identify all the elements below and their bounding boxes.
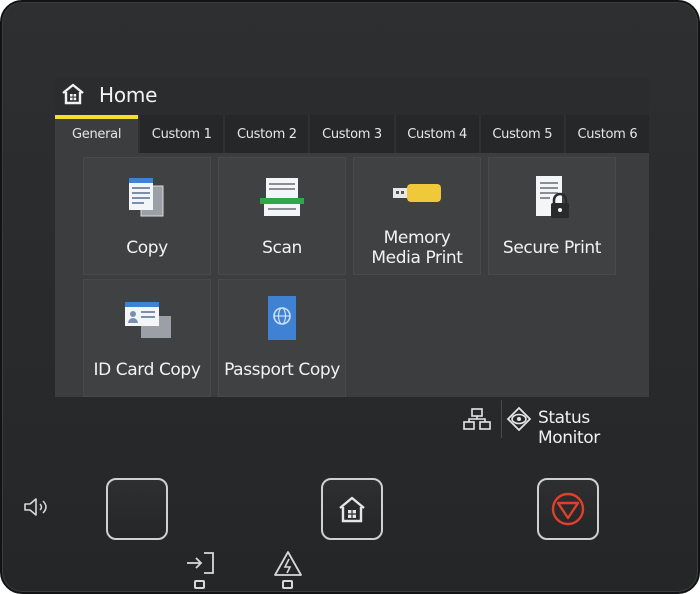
tab-custom-3[interactable]: Custom 3 [310, 115, 394, 153]
scan-icon [260, 178, 304, 216]
passport-copy-button[interactable]: Passport Copy [218, 279, 346, 397]
status-monitor-label: Status Monitor [538, 408, 600, 448]
tab-custom-6[interactable]: Custom 6 [565, 115, 649, 153]
memory-label-line2: Media Print [371, 248, 463, 268]
home-icon [62, 83, 84, 105]
printer-control-panel: Home General Custom 1 Custom 2 Custom 3 … [0, 0, 700, 594]
tab-custom-2[interactable]: Custom 2 [225, 115, 309, 153]
id-card-icon [125, 302, 171, 338]
touch-screen: Home General Custom 1 Custom 2 Custom 3 … [55, 77, 649, 397]
tab-custom-4[interactable]: Custom 4 [395, 115, 479, 153]
error-led [282, 580, 293, 589]
stop-key[interactable] [537, 478, 599, 540]
tab-general[interactable]: General [55, 115, 139, 153]
network-icon [463, 408, 491, 430]
speaker-icon[interactable] [22, 495, 54, 519]
home-icon [339, 496, 365, 523]
moon-icon [126, 495, 141, 523]
memory-media-print-button[interactable]: Memory Media Print [353, 157, 481, 275]
home-key[interactable] [321, 478, 383, 540]
data-led [194, 580, 205, 589]
status-area: Status Monitor [454, 400, 649, 448]
warning-icon [274, 551, 302, 576]
usb-memory-icon [393, 184, 441, 202]
page-title: Home [99, 83, 158, 107]
scan-label: Scan [262, 238, 302, 258]
data-in-icon [187, 552, 214, 574]
secure-print-button[interactable]: Secure Print [488, 157, 616, 275]
tab-custom-1[interactable]: Custom 1 [140, 115, 224, 153]
status-monitor-button[interactable]: Status Monitor [504, 400, 649, 448]
secure-print-label: Secure Print [502, 238, 602, 258]
scan-button[interactable]: Scan [218, 157, 346, 275]
title-bar: Home [55, 77, 649, 115]
passport-copy-label: Passport Copy [224, 360, 340, 380]
tab-custom-5[interactable]: Custom 5 [480, 115, 564, 153]
passport-icon [268, 296, 296, 340]
memory-label-line1: Memory [383, 228, 451, 248]
id-card-copy-button[interactable]: ID Card Copy [83, 279, 211, 397]
energy-saver-key[interactable] [106, 478, 168, 540]
id-card-copy-label: ID Card Copy [93, 360, 201, 380]
tab-bar: General Custom 1 Custom 2 Custom 3 Custo… [55, 115, 649, 153]
copy-label: Copy [126, 238, 168, 258]
stop-icon [551, 492, 585, 526]
memory-media-print-label: Memory Media Print [354, 228, 480, 268]
eye-icon [506, 406, 532, 432]
network-button[interactable] [454, 400, 502, 438]
lock-document-icon [536, 176, 569, 218]
copy-icon [129, 178, 164, 217]
copy-button[interactable]: Copy [83, 157, 211, 275]
